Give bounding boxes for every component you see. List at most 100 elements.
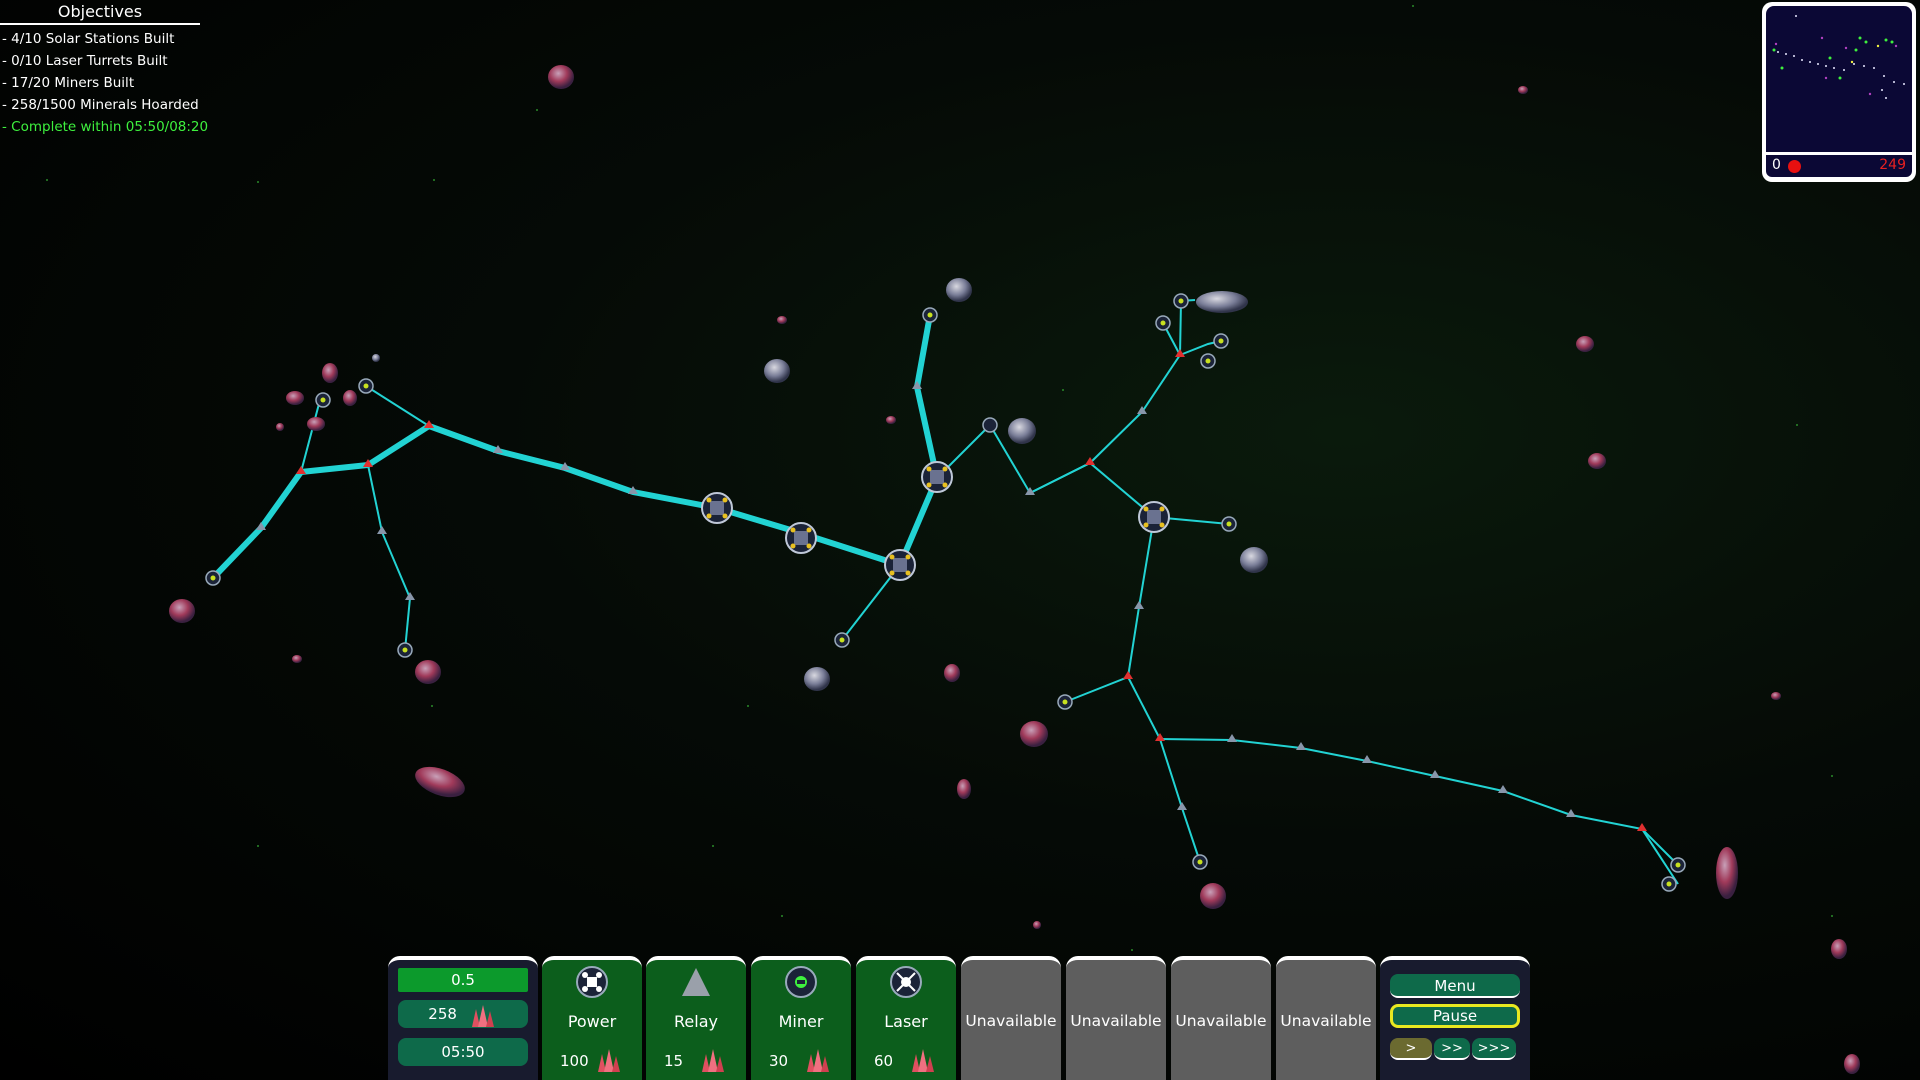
minimap[interactable]: 0 249 xyxy=(1762,2,1916,182)
objectives-panel: Objectives - 4/10 Solar Stations Built -… xyxy=(0,0,209,135)
build-laser-label: Laser xyxy=(884,1012,928,1031)
asteroid xyxy=(169,599,195,623)
relay-node xyxy=(1296,742,1306,750)
miners[interactable] xyxy=(205,293,1686,892)
rate-display: 0.5 xyxy=(398,968,528,992)
asteroid xyxy=(343,390,357,406)
enemy-indicator-icon xyxy=(1788,160,1801,173)
asteroid xyxy=(292,655,302,663)
unavailable-slot-1: Unavailable xyxy=(961,956,1061,1080)
miner xyxy=(982,417,998,433)
asteroid xyxy=(286,391,304,405)
unavailable-label: Unavailable xyxy=(1070,1012,1162,1030)
build-miner-button[interactable]: Miner 30 xyxy=(751,956,851,1080)
relay-links-powered xyxy=(210,312,941,581)
build-power-cost: 100 xyxy=(560,1052,589,1070)
objective-solar: - 4/10 Solar Stations Built xyxy=(2,31,175,47)
crystal-icon xyxy=(912,1049,934,1072)
speed-1x-button[interactable]: > xyxy=(1390,1038,1432,1060)
unavailable-label: Unavailable xyxy=(1175,1012,1267,1030)
build-laser-button[interactable]: Laser 60 xyxy=(856,956,956,1080)
asteroid xyxy=(548,65,574,89)
miner-icon xyxy=(785,966,817,998)
minimap-status-bar: 0 249 xyxy=(1766,155,1912,177)
unavailable-slot-4: Unavailable xyxy=(1276,956,1376,1080)
asteroid xyxy=(307,417,325,431)
build-power-button[interactable]: Power 100 xyxy=(542,956,642,1080)
asteroid xyxy=(1240,547,1268,573)
asteroid xyxy=(1831,939,1847,959)
asteroid xyxy=(1588,453,1606,469)
power-station xyxy=(921,461,953,493)
unavailable-slot-2: Unavailable xyxy=(1066,956,1166,1080)
build-relay-button[interactable]: Relay 15 xyxy=(646,956,746,1080)
relay-node xyxy=(405,592,415,600)
minerals-value: 258 xyxy=(428,1005,457,1023)
minimap-right-value: 249 xyxy=(1879,157,1906,173)
unavailable-label: Unavailable xyxy=(965,1012,1057,1030)
power-station xyxy=(884,549,916,581)
time-display: 05:50 xyxy=(398,1038,528,1066)
asteroid xyxy=(804,667,830,691)
asteroid xyxy=(764,359,790,383)
miner-lights xyxy=(210,298,1681,887)
asteroid xyxy=(415,766,465,798)
relay-node xyxy=(1498,785,1508,793)
relay-node xyxy=(1362,755,1372,763)
objective-miners: - 17/20 Miners Built xyxy=(2,75,135,91)
power-station xyxy=(701,492,733,524)
unavailable-label: Unavailable xyxy=(1280,1012,1372,1030)
asteroid xyxy=(957,779,971,799)
laser-icon xyxy=(890,966,922,998)
power-station xyxy=(785,522,817,554)
speed-2x-button[interactable]: >> xyxy=(1434,1038,1470,1060)
relay-node xyxy=(377,526,387,534)
speed-3x-button[interactable]: >>> xyxy=(1472,1038,1516,1060)
minimap-left-value: 0 xyxy=(1772,157,1781,173)
asteroid xyxy=(1576,336,1594,352)
asteroid xyxy=(1020,721,1048,747)
minimap-view[interactable] xyxy=(1766,6,1912,152)
controls-panel: Menu Pause > >> >>> xyxy=(1380,956,1530,1080)
asteroid xyxy=(1844,1054,1860,1074)
unavailable-slot-3: Unavailable xyxy=(1171,956,1271,1080)
asteroid xyxy=(777,316,787,324)
relay-node xyxy=(1227,734,1237,742)
relay-node xyxy=(1134,601,1144,609)
game-map[interactable] xyxy=(0,0,1920,1080)
build-miner-cost: 30 xyxy=(769,1052,789,1070)
asteroid xyxy=(372,354,380,362)
pause-button[interactable]: Pause xyxy=(1390,1004,1520,1028)
relay-nodes[interactable] xyxy=(256,349,1647,831)
objectives-title: Objectives xyxy=(0,0,200,25)
asteroid xyxy=(1518,86,1528,94)
relay-links xyxy=(300,299,1679,885)
objective-timer: - Complete within 05:50/08:20 xyxy=(2,119,209,135)
crystal-icon xyxy=(471,1004,494,1027)
asteroid xyxy=(1196,291,1248,313)
asteroid xyxy=(886,416,896,424)
relay-triangle-icon xyxy=(680,966,712,998)
build-relay-cost: 15 xyxy=(664,1052,684,1070)
relay-node xyxy=(1123,671,1133,679)
asteroid xyxy=(1008,418,1036,444)
stats-panel: 0.5 258 05:50 xyxy=(388,956,538,1080)
objective-minerals: - 258/1500 Minerals Hoarded xyxy=(2,97,199,113)
asteroid xyxy=(946,278,972,302)
asteroid xyxy=(276,423,284,431)
build-relay-label: Relay xyxy=(674,1012,718,1031)
asteroids[interactable] xyxy=(169,65,1860,1074)
power-station xyxy=(1138,501,1170,533)
relay-node xyxy=(1430,770,1440,778)
asteroid xyxy=(1033,921,1041,929)
asteroid xyxy=(322,363,338,383)
power-station-icon xyxy=(576,966,608,998)
build-laser-cost: 60 xyxy=(874,1052,894,1070)
build-power-label: Power xyxy=(567,1012,617,1031)
build-miner-label: Miner xyxy=(778,1012,824,1031)
relay-node xyxy=(1177,802,1187,810)
asteroid xyxy=(1771,692,1781,700)
menu-button[interactable]: Menu xyxy=(1390,974,1520,998)
power-stations[interactable] xyxy=(701,461,1170,581)
asteroid xyxy=(944,664,960,682)
